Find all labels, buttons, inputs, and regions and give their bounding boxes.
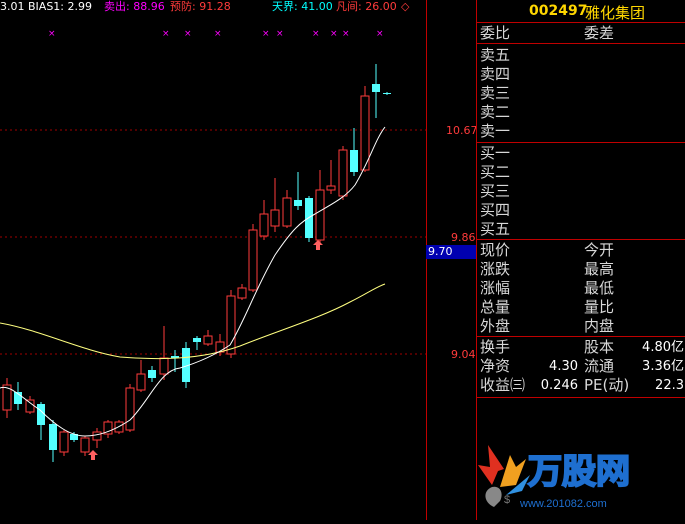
candlestick [282,190,292,228]
current-price-tag: 9.70 [426,245,476,259]
sell-level-1: 卖一 [480,122,511,140]
indicator-fanjian: 凡间: 26.00 [336,0,397,13]
quote-summary: 现价 今开 涨跌 最高 涨幅 最低 总量 量比 外盘 内盘 [477,241,685,337]
sell-signal-marker: × [162,29,170,39]
candlestick [92,428,102,448]
quote-label-change: 涨跌 [480,260,511,278]
candlestick [37,402,45,440]
sell-signal-marker: × [214,29,222,39]
fundamentals: 换手 股本 4.80亿 净资 4.30 流通 3.36亿 收益㈢ 0.246 P… [477,338,685,398]
quote-label-outer: 外盘 [480,317,511,335]
title-bar: 002497 雅化集团 [477,0,685,23]
sell-level-4: 卖四 [480,65,511,83]
stat-share-capital-value: 4.80亿 [642,340,684,355]
candlestick [248,224,258,292]
candlestick [326,160,336,194]
candlestick [159,326,169,380]
sell-signal-marker: × [48,29,56,39]
indicator-bias1: BIAS1: 2.99 [28,0,92,13]
buy-signal-arrow-icon [313,240,323,250]
candlestick [270,178,280,232]
ma-short-line [0,126,386,437]
quote-label-open: 今开 [584,241,615,259]
buy-level-3: 买三 [480,182,511,200]
watermark-logo: $ 万股网 www.201082.com [470,425,685,520]
buy-level-5: 买五 [480,220,511,238]
quote-label-volume-ratio: 量比 [584,298,615,316]
price-axis-mid-label: 9.86 [451,231,476,244]
quote-label-price: 现价 [480,241,511,259]
buy-levels: 买一 买二 买三 买四 买五 [477,144,685,240]
candlestick [103,420,113,438]
sell-signal-marker: × [342,29,350,39]
quote-label-volume: 总量 [480,298,511,316]
indicator-tianjie: 天界: 41.00 [272,0,333,13]
order-ratio-bar: 委比 委差 [477,24,685,44]
indicator-diamond-icon: ◇ [401,0,410,13]
stat-pe-value: 22.3 [655,378,684,393]
quote-label-low: 最低 [584,279,615,297]
sell-signal-marker: × [330,29,338,39]
stat-float-label: 流通 [584,357,615,375]
candlestick [315,170,325,244]
svg-text:$: $ [504,494,510,506]
indicator-sell: 卖出: 88.96 [104,0,165,13]
stat-eps-label: 收益㈢ [480,376,526,394]
sell-level-2: 卖二 [480,103,511,121]
quote-label-change-pct: 涨幅 [480,279,511,297]
order-ratio-label: 委比 [480,24,511,42]
buy-level-1: 买一 [480,144,511,162]
price-axis-upper-label: 10.67 [446,124,478,137]
stat-share-capital-label: 股本 [584,338,615,356]
sell-signal-marker: × [376,29,384,39]
sell-signal-marker: × [276,29,284,39]
sell-signal-marker: × [312,29,320,39]
candlestick [148,366,156,382]
candlestick [338,146,348,200]
stat-net-assets-value: 4.30 [549,359,578,374]
stock-name: 雅化集团 [585,4,646,22]
quote-label-high: 最高 [584,260,615,278]
candlestick [49,420,57,462]
stock-code: 002497 [529,3,588,19]
candlestick [136,360,146,392]
kline-chart-area[interactable]: × × × × × × × × × × 3.01 BIAS1: 2.99 卖出: 88.96 预防… [0,0,427,520]
ma-long-line [0,283,386,360]
candlestick [59,430,69,456]
sell-level-3: 卖三 [480,84,511,102]
candlestick [237,284,247,300]
stat-turnover-label: 换手 [480,338,511,356]
order-diff-label: 委差 [584,24,615,42]
sell-signal-marker: × [184,29,192,39]
price-axis-lower-label: 9.04 [451,348,476,361]
stat-pe-label: PE(动) [584,376,630,394]
candlestick [125,384,135,432]
candlestick [383,92,391,95]
candlestick [203,330,213,346]
candlestick [80,436,90,456]
stat-net-assets-label: 净资 [480,357,511,375]
sell-level-5: 卖五 [480,46,511,64]
kline-chart[interactable]: × × × × × × × × × × [0,0,427,520]
buy-level-4: 买四 [480,201,511,219]
indicator-prevent: 预防: 91.28 [170,0,231,13]
logo-mark-icon: $ 万股网 www.201082.com [478,445,631,510]
sell-signal-marker: × [262,29,270,39]
stat-eps-value: 0.246 [540,378,578,393]
indicator-value: 3.01 [0,0,25,13]
watermark-url: www.201082.com [519,498,607,510]
watermark-text: 万股网 [528,452,630,492]
buy-level-2: 买二 [480,163,511,181]
candlestick [360,86,370,172]
candlestick [372,64,380,118]
candlestick [193,336,201,350]
stat-float-value: 3.36亿 [642,359,684,374]
candlestick [294,172,302,210]
candlestick [2,378,12,418]
sell-levels: 卖五 卖四 卖三 卖二 卖一 [477,46,685,143]
quote-label-inner: 内盘 [584,317,615,335]
candlestick [259,200,269,240]
candlestick [350,128,358,176]
